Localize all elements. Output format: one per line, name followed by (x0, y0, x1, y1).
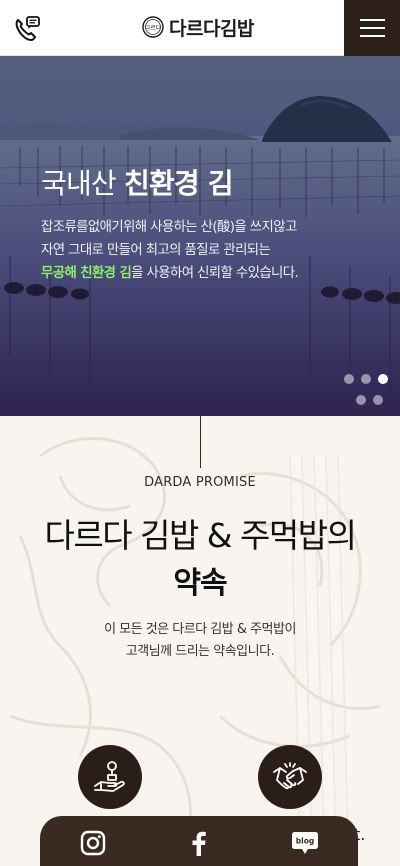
slider-dot-2[interactable] (361, 374, 371, 384)
phone-message-icon (15, 16, 40, 41)
section-description: 이 모든 것은 다르다 김밥 & 주먹밥이 고객님께 드리는 약속입니다. (0, 619, 400, 663)
facebook-icon (192, 831, 206, 856)
hamburger-icon-line (359, 19, 385, 21)
hero-title: 국내산 친환경 김 (41, 162, 234, 202)
slider-dot-3[interactable] (378, 374, 388, 384)
svg-text:blog: blog (296, 837, 314, 846)
section-desc-line1: 이 모든 것은 다르다 김밥 & 주먹밥이 (104, 622, 296, 637)
facebook-button[interactable] (184, 828, 214, 858)
social-bar: blog (40, 816, 358, 866)
slider-dot-secondary-2[interactable] (373, 395, 383, 405)
blog-icon: blog (292, 832, 318, 854)
hero-description: 잡조류를없애기위해 사용하는 산(酸)을 쓰지않고 자연 그대로 만들어 최고의… (41, 216, 381, 285)
menu-button[interactable] (344, 0, 400, 56)
slider-dot-1[interactable] (344, 374, 354, 384)
instagram-icon (80, 830, 106, 856)
hero-desc-line2: 자연 그대로 만들어 최고의 품질로 관리되는 (41, 243, 271, 258)
hero-desc-line1: 잡조류를없애기위해 사용하는 산(酸)을 쓰지않고 (41, 220, 297, 235)
svg-text:다르다: 다르다 (145, 24, 162, 32)
handshake-icon (273, 762, 307, 790)
hero-desc-line3: 을 사용하여 신뢰할 수있습니다. (131, 266, 299, 281)
section-eyebrow: DARDA PROMISE (144, 475, 256, 490)
section-desc-line2: 고객님께 드리는 약속입니다. (125, 644, 275, 659)
section-headline-bold: 약속 (173, 566, 227, 601)
feature-circle-1 (78, 745, 142, 809)
hamburger-icon-line (359, 27, 385, 29)
hero-slider[interactable]: 국내산 친환경 김 잡조류를없애기위해 사용하는 산(酸)을 쓰지않고 자연 그… (0, 56, 400, 416)
instagram-button[interactable] (78, 828, 108, 858)
site-header: 다르다 다르다김밥 (0, 0, 400, 56)
hamburger-icon-line (359, 35, 385, 37)
slider-pagination-secondary (356, 395, 383, 405)
logo-seal-icon: 다르다 (142, 16, 164, 38)
section-headline: 다르다 김밥 & 주먹밥의 (44, 516, 357, 555)
hero-desc-highlight: 무공해 친환경 김 (41, 266, 132, 281)
call-button[interactable] (12, 14, 42, 44)
hero-title-prefix: 국내산 (41, 167, 124, 200)
promise-section: DARDA PROMISE 다르다 김밥 & 주먹밥의 약속 이 모든 것은 다… (0, 416, 400, 866)
logo-text: 다르다김밥 (169, 17, 254, 40)
logo[interactable]: 다르다 다르다김밥 (142, 12, 254, 42)
feature-circle-2 (258, 745, 322, 809)
hand-coin-icon (94, 761, 125, 792)
slider-dot-secondary-1[interactable] (356, 395, 366, 405)
section-divider-line (200, 416, 201, 468)
slider-pagination (344, 374, 388, 384)
blog-button[interactable]: blog (290, 828, 320, 858)
hero-title-bold: 친환경 김 (123, 167, 234, 200)
